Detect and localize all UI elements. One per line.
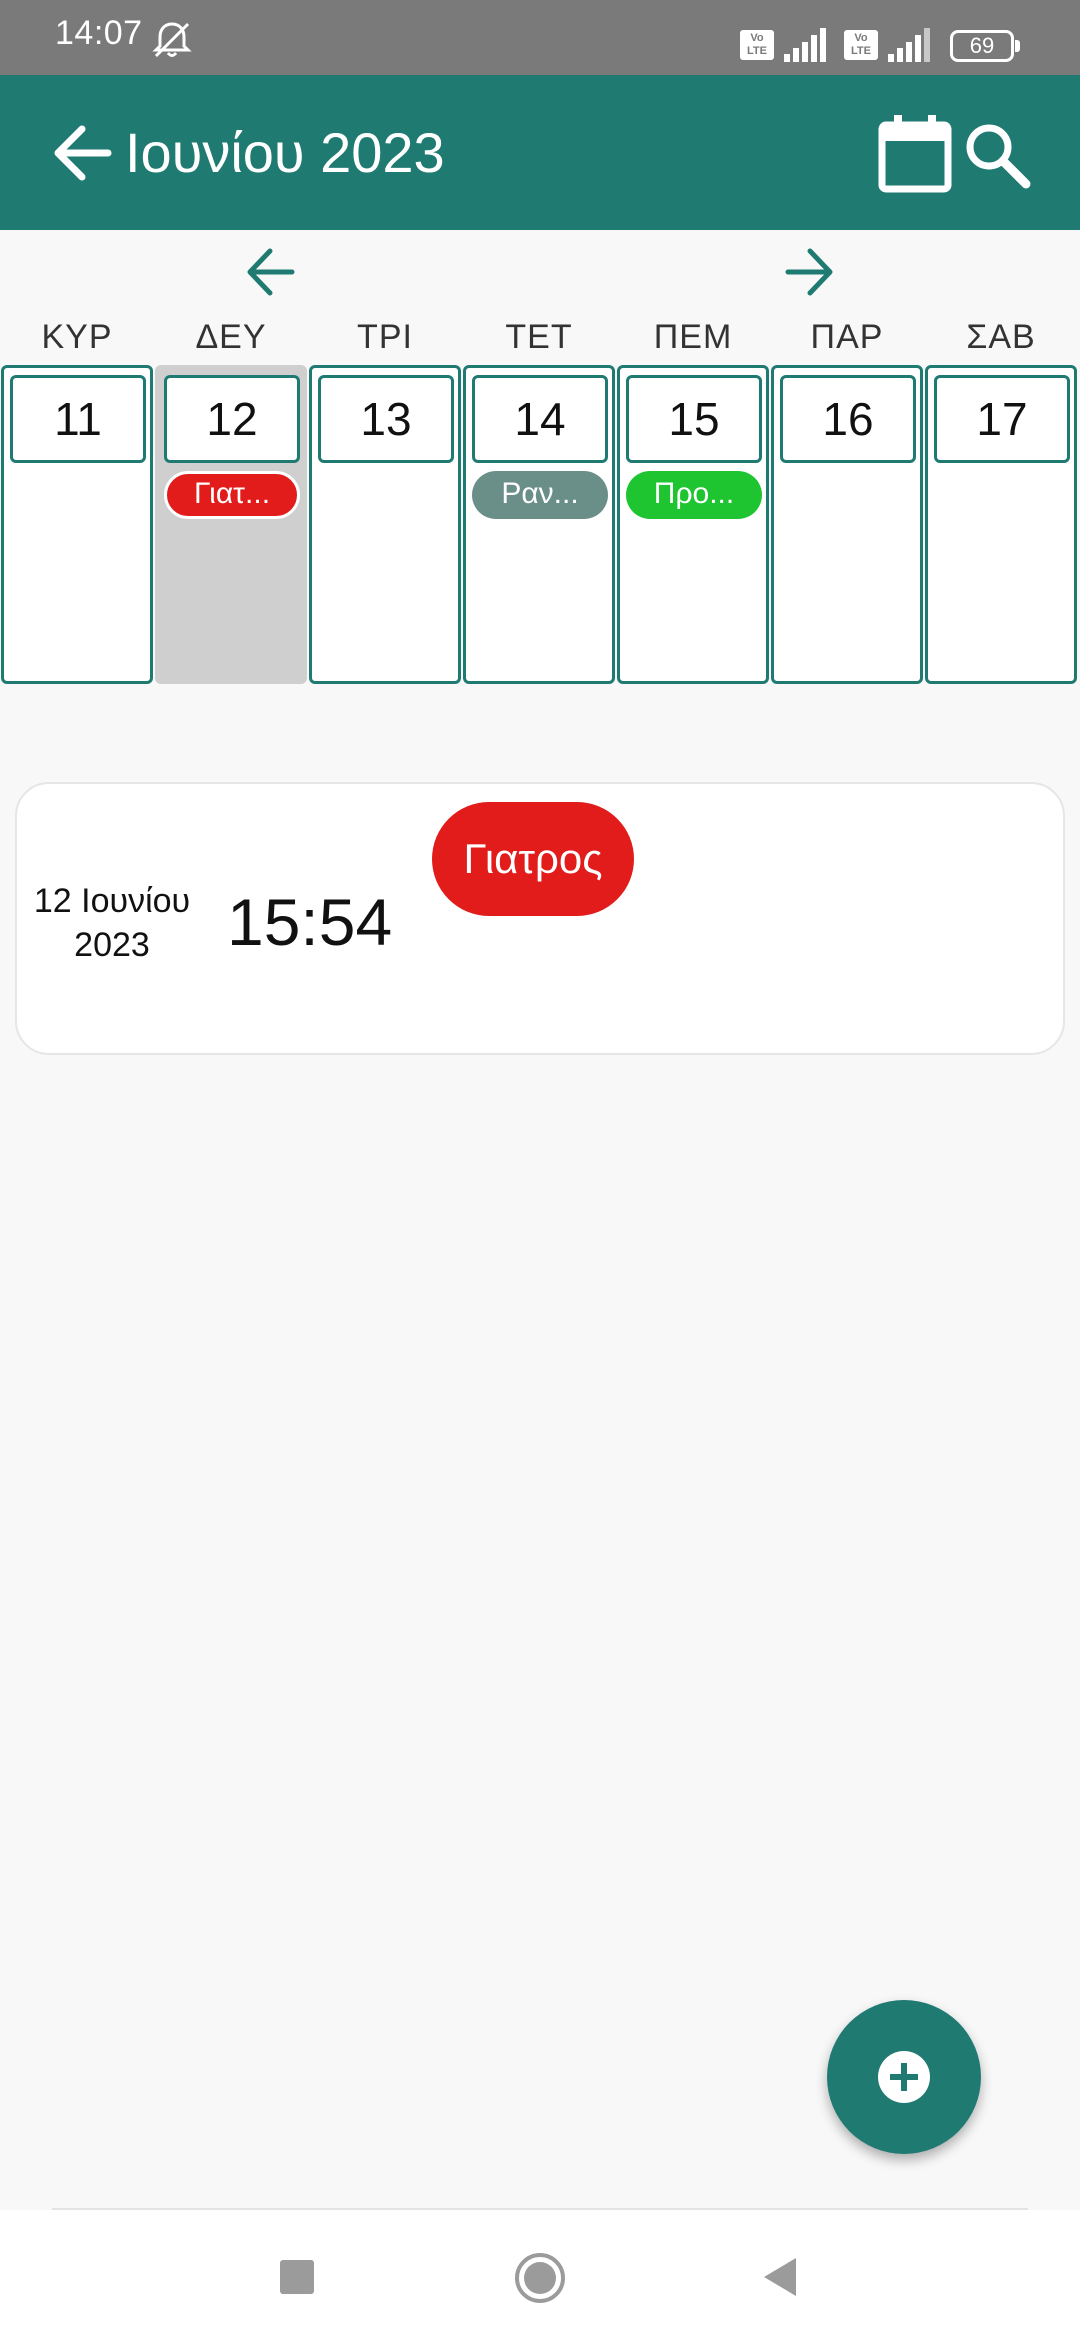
day-name-mon: ΔΕΥ [195, 318, 267, 356]
search-icon[interactable] [962, 120, 1032, 190]
event-tag[interactable]: Γιατρος [432, 802, 634, 916]
prev-week-arrow-icon[interactable] [244, 245, 298, 299]
plus-circle-icon [878, 2051, 930, 2103]
system-nav-bar [0, 2210, 1080, 2340]
day-name-tue: ΤΡΙ [357, 318, 413, 356]
next-week-arrow-icon[interactable] [782, 245, 836, 299]
volte-icon: Vo LTE [740, 30, 774, 60]
event-date-line2: 2023 [74, 926, 150, 964]
day-column-11[interactable]: 11 [1, 365, 153, 684]
event-date: 12 Ιουνίου 2023 [17, 879, 207, 967]
day-name-sun: ΚΥΡ [41, 318, 113, 356]
battery-icon: 69 [950, 30, 1014, 62]
day-number[interactable]: 12 [164, 375, 300, 463]
day-column-17[interactable]: 17 [925, 365, 1077, 684]
day-number[interactable]: 13 [318, 375, 454, 463]
day-number[interactable]: 17 [934, 375, 1070, 463]
recents-square-icon[interactable] [280, 2260, 314, 2294]
event-chip[interactable]: Προ... [626, 471, 762, 519]
calendar-icon[interactable] [878, 113, 952, 193]
status-time: 14:07 [55, 14, 143, 52]
day-column-13[interactable]: 13 [309, 365, 461, 684]
mute-icon [152, 22, 192, 58]
add-event-button[interactable] [827, 2000, 981, 2154]
volte-icon-2: Vo LTE [844, 30, 878, 60]
event-chip[interactable]: Γιατ... [164, 471, 300, 519]
day-name-wed: ΤΕΤ [505, 318, 573, 356]
signal-icon [784, 28, 826, 62]
day-number[interactable]: 11 [10, 375, 146, 463]
day-column-15[interactable]: 15 Προ... [617, 365, 769, 684]
event-card[interactable]: 12 Ιουνίου 2023 15:54 Γιατρος [15, 782, 1065, 1055]
day-number[interactable]: 16 [780, 375, 916, 463]
status-bar: 14:07 Vo LTE Vo LTE 69 [0, 0, 1080, 75]
day-name-sat: ΣΑΒ [966, 318, 1036, 356]
day-column-14[interactable]: 14 Ραν... [463, 365, 615, 684]
day-name-fri: ΠΑΡ [810, 318, 884, 356]
signal-icon-2 [888, 28, 930, 62]
day-number[interactable]: 14 [472, 375, 608, 463]
back-arrow-icon[interactable] [52, 123, 112, 183]
day-column-12[interactable]: 12 Γιατ... [155, 365, 307, 684]
event-chip[interactable]: Ραν... [472, 471, 608, 519]
day-number[interactable]: 15 [626, 375, 762, 463]
home-circle-icon[interactable] [514, 2252, 566, 2304]
battery-tip [1015, 40, 1020, 52]
event-date-line1: 12 Ιουνίου [33, 882, 191, 920]
back-triangle-icon[interactable] [760, 2256, 800, 2298]
app-bar: Ιουνίου 2023 [0, 75, 1080, 230]
event-time: 15:54 [227, 885, 393, 959]
day-column-16[interactable]: 16 [771, 365, 923, 684]
day-name-thu: ΠΕΜ [653, 318, 733, 356]
page-title: Ιουνίου 2023 [125, 121, 445, 184]
